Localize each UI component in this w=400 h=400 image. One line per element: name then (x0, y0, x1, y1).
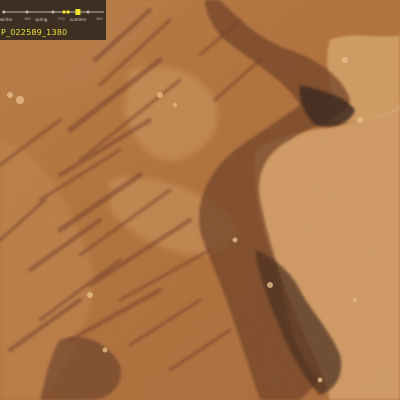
timeline-current-marker (75, 9, 81, 15)
timeline-start-dot (2, 10, 6, 14)
image-id-label: P_022589_1380 (1, 28, 68, 37)
ls-label-180: 180 (24, 17, 31, 21)
season-label-winter: winter (0, 17, 13, 22)
season-timeline (2, 9, 104, 15)
timeline-marker-dot-a (62, 10, 66, 14)
timeline-tick-3 (86, 10, 90, 14)
timeline-tick-1 (25, 10, 29, 14)
terrain-image (0, 0, 400, 400)
timeline-tick-2 (51, 10, 55, 14)
grain-texture (0, 0, 400, 400)
ls-label-270: 270 (58, 17, 65, 21)
season-label-summer: summer (70, 17, 87, 22)
season-label-spring: spring (35, 17, 48, 22)
season-overlay: winter 180 spring 270 summer 360 P_02258… (0, 0, 106, 40)
ls-label-360: 360 (96, 17, 103, 21)
surface-image-viewer: winter 180 spring 270 summer 360 P_02258… (0, 0, 400, 400)
timeline-marker-dot-b (66, 10, 70, 14)
